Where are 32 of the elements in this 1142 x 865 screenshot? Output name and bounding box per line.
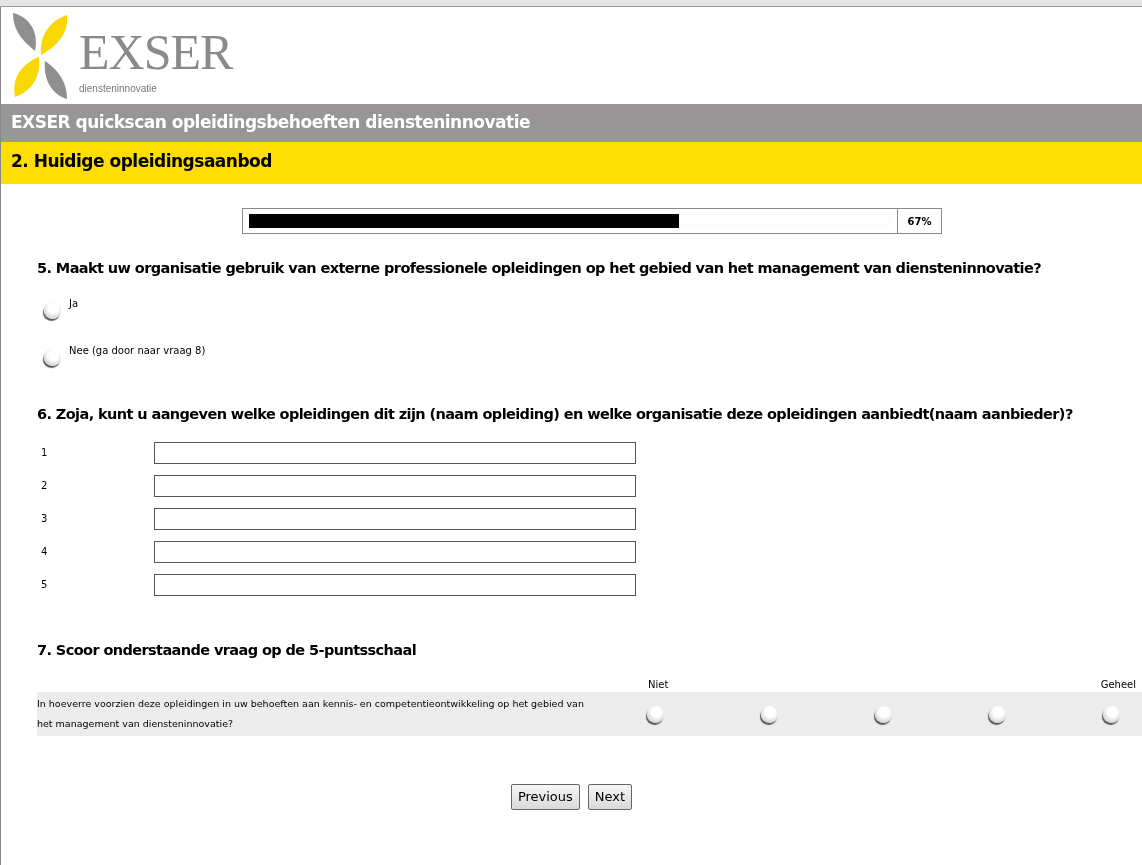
nav-button[interactable]: Next: [587, 784, 633, 810]
radio-button[interactable]: [1103, 705, 1120, 723]
question-title: 5. Maakt uw organisatie gebruik van externe professionele opleidingen op het gebied van het management van diensteninnovatie?: [37, 259, 1042, 278]
field-label: 3: [41, 512, 49, 526]
radio-button[interactable]: [761, 705, 778, 723]
section-title: 2. Huidige opleidingsaanbod: [1, 142, 1142, 184]
logo-tagline: diensteninnovatie: [79, 82, 158, 96]
field-label: 1: [41, 446, 49, 460]
text-field[interactable]: [154, 540, 636, 563]
radio-button[interactable]: [989, 705, 1006, 723]
statement-text: In hoeverre voorzien deze opleidingen in uw behoeften aan kennis- en competentieontwikkeling op het gebied van het management van diensteninnovatie?: [37, 697, 585, 732]
radio-button[interactable]: [44, 348, 61, 366]
radio-button[interactable]: [647, 705, 664, 723]
text-field[interactable]: [154, 573, 636, 596]
nav-button[interactable]: Previous: [510, 784, 580, 810]
progress-reading: 67%: [898, 208, 942, 234]
scale-label: Geheel: [1100, 678, 1136, 693]
logo-name: EXSER: [79, 27, 233, 77]
field-label: 2: [41, 479, 49, 493]
text-field[interactable]: [154, 441, 636, 464]
question-title: 6. Zoja, kunt u aangeven welke opleidingen dit zijn (naam opleiding) en welke organisatie deze opleidingen aanbiedt(naam aanbieder)?: [37, 404, 1074, 424]
option-label: Nee (ga door naar vraag 8): [69, 343, 206, 358]
field-label: 5: [41, 578, 49, 592]
radio-button[interactable]: [44, 301, 61, 319]
question-title: 7. Scoor onderstaande vraag op de 5-puntsschaal: [37, 640, 417, 660]
survey-title: EXSER quickscan opleidingsbehoeften diensteninnovatie: [1, 104, 1142, 142]
option-label: Ja: [69, 296, 79, 311]
scale-label: Niet: [648, 678, 669, 693]
text-field[interactable]: [154, 507, 636, 530]
field-label: 4: [41, 545, 49, 559]
radio-button[interactable]: [875, 705, 892, 723]
text-field[interactable]: [154, 474, 636, 497]
